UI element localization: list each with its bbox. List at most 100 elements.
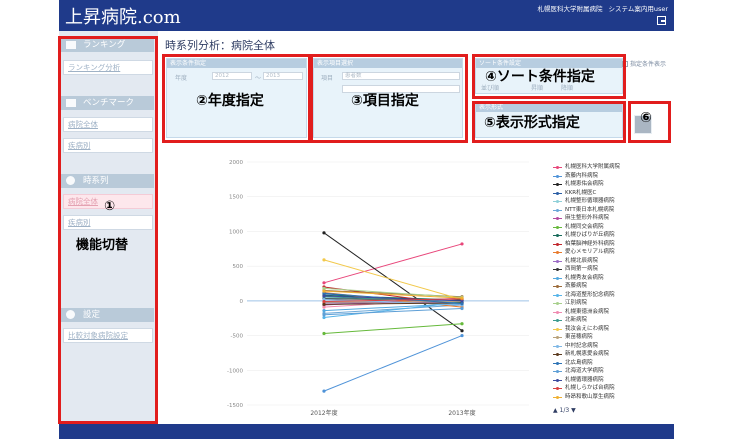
legend-item[interactable]: 札幌秀友会病院: [553, 274, 663, 283]
legend-item[interactable]: 札幌循環器病院: [553, 376, 663, 385]
legend-item[interactable]: NTT東日本札幌病院: [553, 206, 663, 215]
data-point: [322, 299, 326, 304]
legend-label: 斎藤内科病院: [565, 172, 599, 179]
legend-item[interactable]: 斎藤内科病院: [553, 172, 663, 181]
legend-swatch: [553, 386, 562, 391]
legend-swatch: [553, 318, 562, 323]
legend-swatch: [553, 378, 562, 382]
legend-swatch: [553, 344, 562, 348]
legend-swatch: [553, 233, 562, 238]
data-point: [322, 302, 326, 306]
legend-label: 江別病院: [565, 300, 588, 306]
user-name: システム案内用user: [608, 5, 668, 13]
legend-item[interactable]: 北新病院: [553, 316, 663, 325]
legend-swatch: [553, 335, 562, 340]
legend-label: 時昂和歌山厚生病院: [565, 393, 615, 400]
page-title: 時系列分析：病院全体: [165, 39, 275, 52]
data-point: [322, 315, 326, 320]
legend-swatch: [553, 208, 562, 212]
legend-item[interactable]: 北海道大学病院: [553, 367, 663, 376]
legend-swatch: [553, 199, 562, 204]
x-tick-label: 2012年度: [310, 409, 337, 417]
legend-item[interactable]: 北海道整形記念病院: [553, 291, 663, 300]
legend-item[interactable]: 札幌恵佑会病院: [553, 180, 663, 189]
legend-item[interactable]: 斎藤病院: [553, 282, 663, 291]
annotation-2: ②年度指定: [196, 93, 264, 109]
footer-bar: [59, 424, 674, 439]
legend-swatch: [553, 395, 562, 399]
legend-item[interactable]: 西岡第一病院: [553, 265, 663, 274]
legend-label: 札幌同交会病院: [565, 223, 604, 230]
time-series-chart: 2000 1500 1000 500 0 -500 -1000 -1500 2012年度 2013…: [227, 160, 529, 417]
logout-icon[interactable]: [657, 16, 666, 25]
legend-item[interactable]: 中村記念病院: [553, 342, 663, 351]
legend-swatch: [553, 369, 562, 374]
y-tick-label: -1500: [227, 403, 243, 409]
legend-label: 斎藤病院: [565, 283, 588, 289]
user-info: 札幌医科大学附属病院 システム案内用user: [537, 3, 668, 13]
legend-label: 柏葉脳神経外科病院: [565, 240, 615, 247]
series-line: [323, 232, 463, 332]
data-point: [460, 302, 464, 306]
legend-item[interactable]: 江別病院: [553, 299, 663, 308]
series-line: [323, 323, 463, 334]
legend-item[interactable]: 札幌整形循環器病院: [553, 197, 663, 206]
legend-swatch: [553, 352, 562, 357]
legend-label: 札幌北辰病院: [565, 257, 599, 264]
data-point: [460, 242, 464, 246]
legend-item[interactable]: 新札幌恵愛会病院: [553, 350, 663, 359]
legend-swatch: [553, 191, 562, 195]
legend-label: 北海道大学病院: [565, 368, 604, 374]
y-tick-label: -1000: [227, 368, 243, 374]
data-point: [322, 331, 326, 336]
legend-item[interactable]: 札幌東徳洲会病院: [553, 308, 663, 317]
legend-item[interactable]: 東苗穂病院: [553, 333, 663, 342]
legend-label: 北海道整形記念病院: [565, 291, 615, 298]
series-line: [323, 243, 463, 284]
data-point: [460, 322, 464, 326]
legend-label: 新札幌恵愛会病院: [565, 351, 610, 357]
legend-item[interactable]: 札幌しらかば台病院: [553, 384, 663, 393]
legend-label: 我汝会えにわ病院: [565, 325, 610, 332]
legend-swatch: [553, 327, 562, 331]
legend-item[interactable]: 札幌北辰病院: [553, 257, 663, 266]
legend-label: 愛心メモリアル病院: [565, 249, 615, 255]
y-tick-label: -500: [231, 334, 244, 340]
data-point: [460, 333, 464, 338]
legend-item[interactable]: 札幌同交会病院: [553, 223, 663, 232]
legend-label: 札幌医科大学附属病院: [565, 164, 621, 170]
legend-swatch: [553, 174, 562, 178]
series-line: [323, 335, 463, 392]
data-point: [322, 281, 326, 285]
legend-label: 札幌循環器病院: [565, 376, 604, 383]
chart-labels: 2000 1500 1000 500 0 -500 -1000 -1500 2012年度 2013…: [227, 160, 476, 417]
legend-item[interactable]: 時昂和歌山厚生病院: [553, 393, 663, 402]
data-point: [460, 296, 464, 300]
legend-item[interactable]: 柏葉脳神経外科病院: [553, 240, 663, 249]
chart-lines: [322, 231, 464, 393]
legend-label: 札幌しらかば台病院: [565, 385, 615, 391]
legend-item[interactable]: 愛心メモリアル病院: [553, 248, 663, 257]
legend-label: 東苗穂病院: [565, 334, 593, 340]
legend-label: 札幌秀友会病院: [565, 274, 604, 281]
legend-label: 西岡第一病院: [565, 266, 599, 272]
y-tick-label: 2000: [229, 160, 243, 166]
data-point: [460, 329, 464, 333]
legend-label: 札幌東徳洲会病院: [565, 308, 610, 315]
legend-label: 札幌恵佑会病院: [565, 181, 604, 187]
y-tick-label: 1000: [229, 229, 243, 235]
legend-item[interactable]: 北広島病院: [553, 359, 663, 368]
legend-item[interactable]: 札幌医科大学附属病院: [553, 163, 663, 172]
legend-label: NTT東日本札幌病院: [565, 206, 615, 213]
annotation-6: ⑥: [640, 110, 652, 126]
view-condition-toggle[interactable]: 指定条件表示: [622, 61, 666, 68]
legend-item[interactable]: 我汝会えにわ病院: [553, 325, 663, 334]
legend-pager[interactable]: ▲ 1/3 ▼: [553, 407, 576, 414]
data-point: [460, 306, 464, 311]
legend-item[interactable]: KKR札幌医C: [553, 189, 663, 198]
legend-item[interactable]: 札幌ひばりが丘病院: [553, 231, 663, 240]
app-logo[interactable]: 上昇病院.com: [65, 3, 181, 29]
chart-legend: 札幌医科大学附属病院 斎藤内科病院 札幌恵佑会病院 KKR札幌医C 札幌整形循環器病院 N…: [553, 163, 663, 401]
legend-item[interactable]: 麻生整形外科病院: [553, 214, 663, 223]
legend-swatch: [553, 225, 562, 229]
